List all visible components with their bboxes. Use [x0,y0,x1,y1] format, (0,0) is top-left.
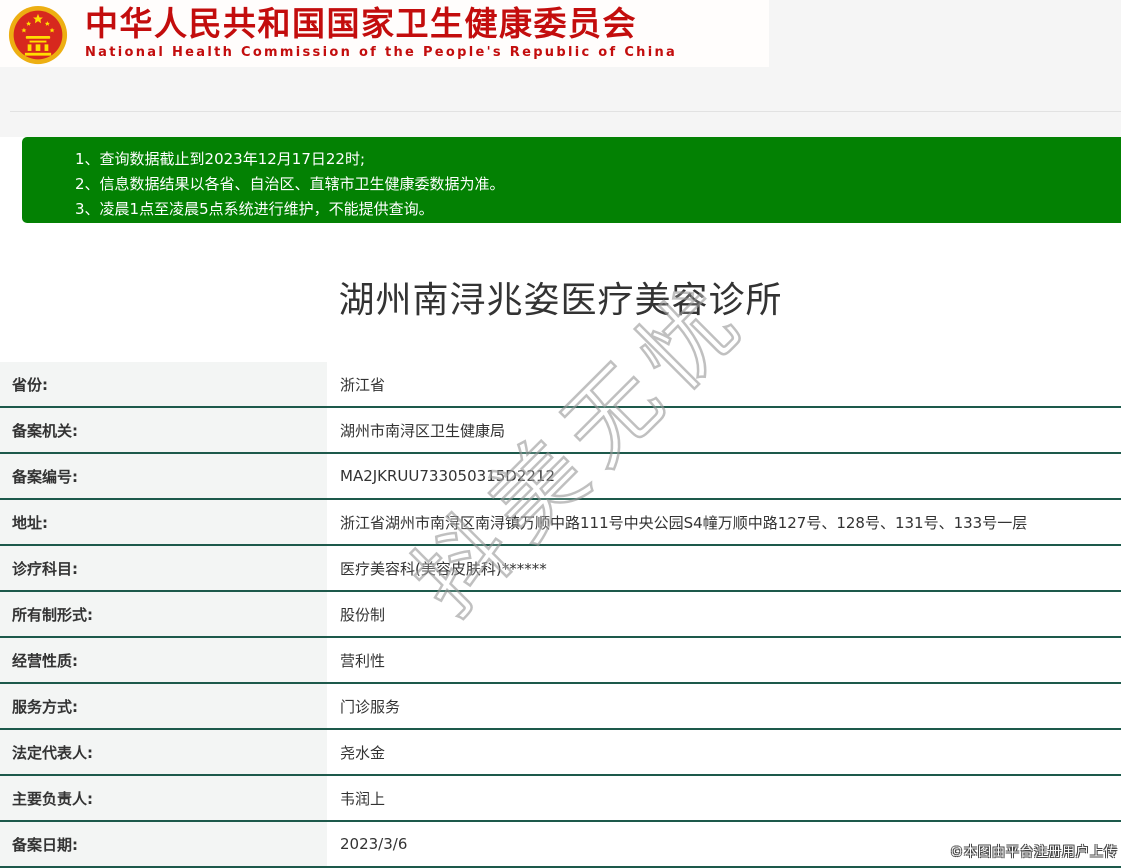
row-label: 备案机关: [0,408,327,452]
row-label: 经营性质: [0,638,327,682]
notice-line-2: 2、信息数据结果以各省、自治区、直辖市卫生健康委数据为准。 [75,172,1121,197]
site-title-en: National Health Commission of the People… [85,45,677,60]
notice-line-3: 3、凌晨1点至凌晨5点系统进行维护，不能提供查询。 [75,197,1121,222]
table-row-principal: 主要负责人: 韦润上 [0,776,1121,822]
row-value: 浙江省 [327,362,1121,406]
record-info-table: 省份: 浙江省 备案机关: 湖州市南浔区卫生健康局 备案编号: MA2JKRUU… [0,362,1121,868]
site-title-group: 中华人民共和国国家卫生健康委员会 National Health Commiss… [85,7,677,60]
row-value: 营利性 [327,638,1121,682]
table-row-filing-number: 备案编号: MA2JKRUU733050315D2212 [0,454,1121,500]
copyright-watermark: ©本图由平台注册用户上传 [950,841,1118,860]
row-label: 所有制形式: [0,592,327,636]
table-row-operating-nature: 经营性质: 营利性 [0,638,1121,684]
row-label: 地址: [0,500,327,544]
notice-banner: 1、查询数据截止到2023年12月17日22时; 2、信息数据结果以各省、自治区… [22,137,1121,223]
row-value: 门诊服务 [327,684,1121,728]
row-label: 备案编号: [0,454,327,498]
notice-line-1: 1、查询数据截止到2023年12月17日22时; [75,147,1121,172]
row-label: 法定代表人: [0,730,327,774]
table-row-treatment-subjects: 诊疗科目: 医疗美容科(美容皮肤科)****** [0,546,1121,592]
row-label: 诊疗科目: [0,546,327,590]
row-value: MA2JKRUU733050315D2212 [327,454,1121,498]
table-row-province: 省份: 浙江省 [0,362,1121,408]
row-value: 浙江省湖州市南浔区南浔镇万顺中路111号中央公园S4幢万顺中路127号、128号… [327,500,1121,544]
national-emblem-icon [8,4,68,66]
row-label: 主要负责人: [0,776,327,820]
table-row-ownership-form: 所有制形式: 股份制 [0,592,1121,638]
table-row-legal-representative: 法定代表人: 尧水金 [0,730,1121,776]
row-value: 股份制 [327,592,1121,636]
row-value: 韦润上 [327,776,1121,820]
row-value: 医疗美容科(美容皮肤科)****** [327,546,1121,590]
header-divider-line [10,111,1121,112]
table-row-filing-authority: 备案机关: 湖州市南浔区卫生健康局 [0,408,1121,454]
site-title-zh: 中华人民共和国国家卫生健康委员会 [85,7,677,42]
table-row-address: 地址: 浙江省湖州市南浔区南浔镇万顺中路111号中央公园S4幢万顺中路127号、… [0,500,1121,546]
table-row-service-mode: 服务方式: 门诊服务 [0,684,1121,730]
site-header: 中华人民共和国国家卫生健康委员会 National Health Commiss… [0,0,769,67]
row-value: 尧水金 [327,730,1121,774]
row-value: 湖州市南浔区卫生健康局 [327,408,1121,452]
row-label: 备案日期: [0,822,327,866]
row-label: 服务方式: [0,684,327,728]
row-label: 省份: [0,362,327,406]
page-title: 湖州南浔兆姿医疗美容诊所 [0,271,1121,323]
